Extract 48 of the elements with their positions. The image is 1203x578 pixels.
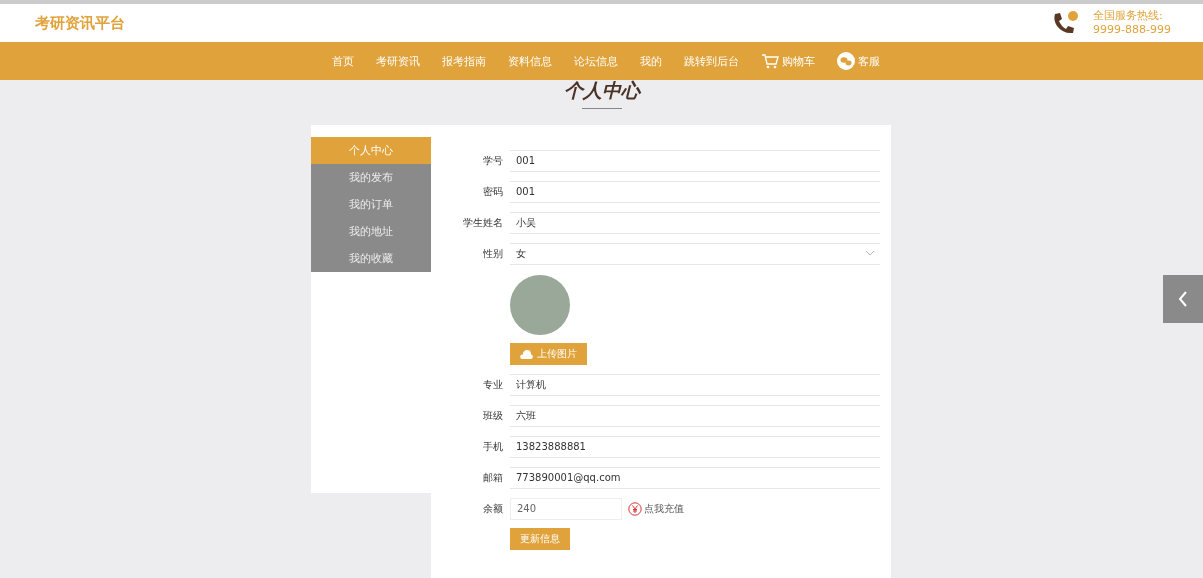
sidebar-item[interactable]: 我的发布 <box>311 164 431 191</box>
sidebar-item[interactable]: 我的收藏 <box>311 245 431 272</box>
balance-field[interactable]: 240 <box>510 497 622 520</box>
field-label: 性别 <box>482 246 503 261</box>
input-field[interactable]: 001 <box>510 149 880 172</box>
nav-link[interactable]: 资料信息 <box>507 53 552 69</box>
input-field[interactable]: 001 <box>510 180 880 203</box>
phone-icon <box>1051 10 1080 36</box>
input-field[interactable]: 773890001@qq.com <box>510 466 880 489</box>
chat-icon[interactable] <box>836 52 855 70</box>
sidebar-item[interactable]: 我的地址 <box>311 218 431 245</box>
hotline-number: 9999-888-999 <box>1093 23 1171 37</box>
sidebar-item[interactable]: 我的订单 <box>311 191 431 218</box>
collapse-tab[interactable] <box>1163 275 1203 323</box>
dropdown-caret-icon <box>866 251 874 256</box>
field-label: 专业 <box>482 377 503 392</box>
cart-icon[interactable] <box>760 53 779 69</box>
field-label: 学生姓名 <box>462 215 503 230</box>
sidebar-item[interactable]: 个人中心 <box>311 137 431 164</box>
page-title: 个人中心 <box>563 78 640 102</box>
upload-button[interactable]: 上传图片 <box>510 343 587 365</box>
input-field[interactable]: 计算机 <box>510 373 880 396</box>
field-label: 手机 <box>482 439 503 454</box>
nav-link[interactable]: 我的 <box>639 53 662 69</box>
avatar-photo-placeholder <box>510 275 570 335</box>
select-field[interactable]: 女 <box>510 242 880 265</box>
field-label: 班级 <box>482 408 503 423</box>
field-label: 学号 <box>482 153 503 168</box>
input-field[interactable]: 六班 <box>510 404 880 427</box>
chevron-left-icon <box>1178 291 1188 307</box>
field-label: 余额 <box>482 501 503 516</box>
input-field[interactable]: 13823888881 <box>510 435 880 458</box>
nav-link[interactable]: 论坛信息 <box>573 53 618 69</box>
nav-link[interactable]: 购物车 <box>781 53 815 69</box>
site-title: 考研资讯平台 <box>35 13 125 33</box>
hotline-label: 全国服务热线: <box>1093 9 1164 23</box>
yen-icon <box>628 501 642 516</box>
input-field[interactable]: 小吴 <box>510 211 880 234</box>
nav-link[interactable]: 报考指南 <box>441 53 486 69</box>
cloud-icon <box>520 349 533 359</box>
nav-link[interactable]: 客服 <box>857 53 880 69</box>
field-label: 邮箱 <box>482 470 503 485</box>
nav-link[interactable]: 首页 <box>331 53 354 69</box>
nav-link[interactable]: 跳转到后台 <box>683 53 739 69</box>
recharge-link[interactable]: 点我充值 <box>644 501 684 516</box>
nav-link[interactable]: 考研资讯 <box>375 53 420 69</box>
field-label: 密码 <box>482 184 503 199</box>
update-button[interactable]: 更新信息 <box>510 528 570 550</box>
